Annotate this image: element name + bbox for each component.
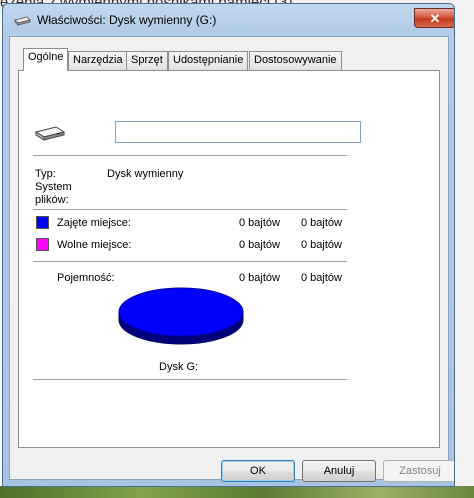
used-space-size: 0 bajtów (301, 217, 342, 229)
dialog-title: Właściwości: Dysk wymienny (G:) (37, 13, 217, 27)
tab-hardware[interactable]: Sprzęt (126, 51, 168, 70)
close-icon: ✕ (429, 11, 441, 26)
capacity-size: 0 bajtów (301, 272, 342, 284)
free-space-label: Wolne miejsce: (57, 239, 132, 251)
divider (33, 261, 347, 262)
type-value: Dysk wymienny (107, 168, 184, 180)
removable-drive-icon (34, 125, 66, 146)
free-space-swatch (36, 238, 49, 251)
free-space-size: 0 bajtów (301, 239, 342, 251)
tab-general[interactable]: Ogólne (23, 48, 69, 71)
properties-dialog: Właściwości: Dysk wymienny (G:) ✕ Ogólne… (2, 3, 455, 487)
drive-name-input[interactable] (115, 121, 361, 143)
ok-button-label: OK (250, 465, 266, 477)
capacity-label: Pojemność: (57, 272, 115, 284)
tab-label: Dostosowywanie (254, 54, 337, 66)
divider (33, 155, 347, 156)
tab-label: Narzędzia (73, 54, 123, 66)
free-space-bytes: 0 bajtów (239, 239, 280, 251)
disk-usage-pie (118, 287, 244, 348)
drive-icon (13, 15, 31, 30)
tab-label: Ogólne (28, 51, 64, 63)
type-label: Typ: (35, 168, 56, 180)
used-space-label: Zajęte miejsce: (57, 217, 131, 229)
cancel-button-label: Anuluj (323, 465, 355, 477)
tab-tools[interactable]: Narzędzia (68, 51, 128, 70)
used-space-bytes: 0 bajtów (239, 217, 280, 229)
background-area (455, 0, 474, 498)
cancel-button[interactable]: Anuluj (302, 460, 376, 482)
dialog-client-area: Ogólne Narzędzia Sprzęt Udostępnianie Do… (9, 36, 454, 482)
capacity-bytes: 0 bajtów (239, 272, 280, 284)
ok-button[interactable]: OK (221, 460, 295, 482)
apply-button[interactable]: Zastosuj (383, 460, 454, 482)
divider (33, 209, 347, 210)
apply-button-label: Zastosuj (399, 465, 441, 477)
tab-label: Sprzęt (131, 54, 163, 66)
tab-sharing[interactable]: Udostępnianie (168, 51, 249, 70)
general-tab-panel: Typ: Dysk wymienny System plików: Zajęte… (18, 70, 440, 448)
divider (33, 379, 347, 380)
used-space-swatch (36, 216, 49, 229)
drive-letter-label: Dysk G: (159, 361, 199, 373)
file-system-label: System plików: (35, 181, 72, 206)
desktop-wallpaper (0, 486, 474, 498)
tab-label: Udostępnianie (173, 54, 244, 66)
close-button[interactable]: ✕ (414, 8, 454, 28)
tab-customize[interactable]: Dostosowywanie (249, 51, 342, 70)
